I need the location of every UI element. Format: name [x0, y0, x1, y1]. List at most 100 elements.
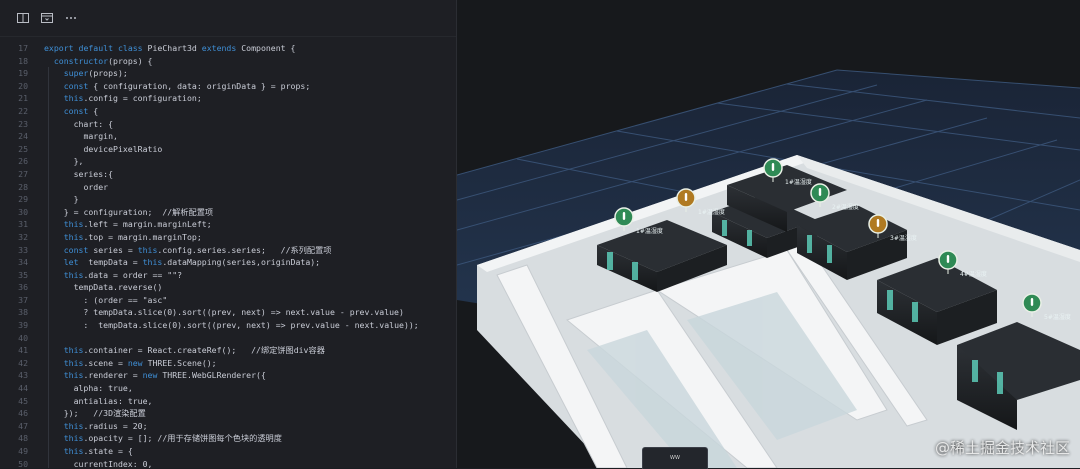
line-number: 19 [18, 68, 28, 79]
code-line[interactable]: 32 this.top = margin.marginTop; [0, 230, 456, 244]
code-text: tempData.reverse() [44, 281, 456, 294]
code-text: this.radius = 20; [44, 419, 456, 433]
sensor-label: 1#温湿度 [636, 227, 663, 235]
code-line[interactable]: 49 this.state = { [0, 445, 456, 458]
code-text: : (order == "asc" [44, 293, 456, 307]
code-line[interactable]: 43 this.renderer = new THREE.WebGLRender… [0, 369, 456, 382]
line-number: 48 [18, 433, 28, 444]
line-number: 42 [18, 357, 28, 368]
line-number: 28 [18, 181, 28, 192]
code-text: super(props); [44, 67, 456, 80]
3d-datacenter-view[interactable]: 1#温湿度 1#温湿度 1#温湿度 2#温湿度 3#温湿度 4#温湿度 5#温湿度 @稀土掘… [457, 0, 1080, 468]
line-number: 31 [18, 219, 28, 230]
sensor-label: 2#温湿度 [832, 203, 859, 211]
code-line[interactable]: 25 devicePixelRatio [0, 142, 456, 156]
code-line[interactable]: 50 currentIndex: 0, [0, 457, 456, 468]
line-number: 37 [18, 294, 28, 305]
code-text [44, 331, 456, 345]
code-line[interactable]: 41 this.container = React.createRef(); /… [0, 344, 456, 357]
sensor-label: 1#温湿度 [785, 178, 812, 186]
sensor-label: 3#温湿度 [890, 234, 917, 242]
code-line[interactable]: 39 : tempData.slice(0).sort((prev, next)… [0, 319, 456, 332]
line-number: 34 [18, 257, 28, 268]
line-number: 36 [18, 282, 28, 293]
line-number: 45 [18, 395, 28, 406]
code-text: this.data = order == ""? [44, 268, 456, 282]
code-text: const { configuration, data: originData … [44, 79, 456, 93]
code-text: const series = this.config.series.series… [44, 243, 456, 257]
code-line[interactable]: 22 const { [0, 104, 456, 118]
more-icon[interactable] [64, 11, 78, 25]
code-text: const { [44, 104, 456, 118]
code-line[interactable]: 31 this.left = margin.marginLeft; [0, 218, 456, 231]
line-number: 49 [18, 446, 28, 456]
code-editor: 17 export default class PieChart3d extend… [0, 0, 457, 468]
code-text: let tempData = this.dataMapping(series,o… [44, 256, 456, 269]
code-text: this.renderer = new THREE.WebGLRenderer(… [44, 369, 456, 382]
code-line[interactable]: 34 let tempData = this.dataMapping(serie… [0, 256, 456, 269]
code-text: currentIndex: 0, [44, 457, 456, 468]
code-line[interactable]: 42 this.scene = new THREE.Scene(); [0, 356, 456, 370]
line-number: 25 [18, 143, 28, 154]
code-text: : tempData.slice(0).sort((prev, next) =>… [44, 319, 456, 332]
code-line[interactable]: 45 antialias: true, [0, 394, 456, 408]
code-line[interactable]: 30 } = configuration; //解析配置项 [0, 205, 456, 219]
code-area[interactable]: 17 export default class PieChart3d extend… [0, 42, 456, 468]
line-number: 39 [18, 320, 28, 331]
line-number: 18 [18, 55, 28, 66]
bottom-tab[interactable]: WW [642, 447, 708, 469]
line-number: 46 [18, 408, 28, 419]
code-text: this.opacity = []; //用于存储饼图每个色块的透明度 [44, 432, 456, 445]
line-number: 22 [18, 105, 28, 116]
code-line[interactable]: 40 [0, 331, 456, 345]
watermark: @稀土掘金技术社区 [934, 439, 1070, 457]
line-number: 32 [18, 231, 28, 242]
code-text: }, [44, 155, 456, 168]
preview-icon[interactable] [40, 11, 54, 25]
code-text: devicePixelRatio [44, 142, 456, 156]
code-line[interactable]: 24 margin, [0, 130, 456, 143]
code-line[interactable]: 48 this.opacity = []; //用于存储饼图每个色块的透明度 [0, 432, 456, 445]
code-line[interactable]: 18 constructor(props) { [0, 55, 456, 68]
code-text: export default class PieChart3d extends … [44, 43, 296, 53]
line-number: 21 [18, 93, 28, 104]
code-text: }); //3D渲染配置 [44, 407, 456, 420]
code-text: } = configuration; //解析配置项 [44, 205, 456, 219]
line-number: 43 [18, 370, 28, 381]
line-number: 17 [18, 43, 28, 53]
code-line[interactable]: 37 : (order == "asc" [0, 293, 456, 307]
code-line[interactable]: 35 this.data = order == ""? [0, 268, 456, 282]
line-number: 30 [18, 206, 28, 217]
code-text: this.top = margin.marginTop; [44, 230, 456, 244]
code-text: } [44, 193, 456, 206]
code-line[interactable]: 26 }, [0, 155, 456, 168]
code-text: constructor(props) { [53, 55, 153, 66]
code-text: this.container = React.createRef(); //绑定… [44, 344, 456, 357]
code-line[interactable]: 20 const { configuration, data: originDa… [0, 79, 456, 93]
split-editor-icon[interactable] [16, 11, 30, 25]
code-line[interactable]: 47 this.radius = 20; [0, 419, 456, 433]
code-line[interactable]: 28 order [0, 180, 456, 194]
code-text: series:{ [44, 167, 456, 181]
code-line[interactable]: 46 }); //3D渲染配置 [0, 407, 456, 420]
code-line[interactable]: 33 const series = this.config.series.ser… [0, 243, 456, 257]
code-line[interactable]: 21 this.config = configuration; [0, 92, 456, 105]
code-text: this.left = margin.marginLeft; [44, 218, 456, 231]
line-number: 40 [18, 332, 28, 343]
code-line[interactable]: 23 chart: { [0, 117, 456, 131]
code-line[interactable]: 36 tempData.reverse() [0, 281, 456, 294]
line-number: 26 [18, 156, 28, 167]
line-number: 24 [18, 131, 28, 142]
code-text: this.config = configuration; [44, 92, 456, 105]
code-line[interactable]: 38 ? tempData.slice(0).sort((prev, next)… [0, 306, 456, 319]
code-line[interactable]: 44 alpha: true, [0, 382, 456, 395]
sensor-label: 4#温湿度 [960, 270, 987, 278]
code-line[interactable]: 29 } [0, 193, 456, 206]
line-number: 27 [18, 168, 28, 179]
code-line[interactable]: 19 super(props); [0, 67, 456, 80]
code-line[interactable]: 17 export default class PieChart3d extend… [0, 42, 456, 55]
code-text: order [44, 180, 456, 194]
code-text: margin, [44, 130, 456, 143]
code-line[interactable]: 27 series:{ [0, 167, 456, 181]
line-number: 41 [18, 345, 28, 356]
